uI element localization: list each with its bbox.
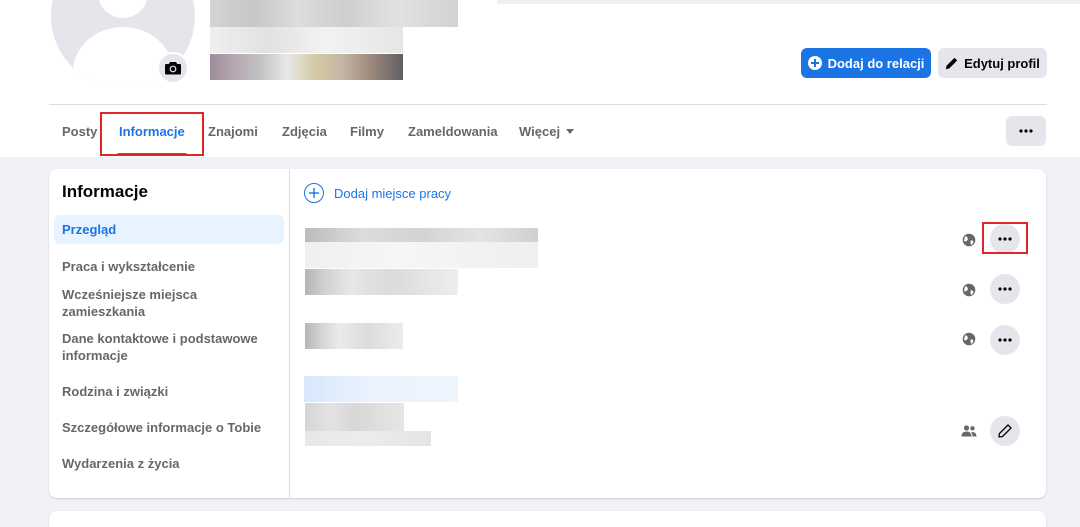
update-avatar-button[interactable] [157,52,189,84]
add-workplace-label: Dodaj miejsce pracy [334,185,452,201]
edit-profile-label: Edytuj profil [964,55,1040,71]
plus-circle-icon [807,56,822,70]
edit-entry-button[interactable] [990,416,1020,446]
tab-label: Filmy [350,123,384,139]
sidebar-item-label: Wydarzenia z życia [62,456,180,471]
sidebar-item-work-education[interactable]: Praca i wykształcenie [54,252,284,281]
sidebar-item-life-events[interactable]: Wydarzenia z życia [54,449,284,478]
about-card: Informacje Przegląd Praca i wykształceni… [49,169,1046,498]
about-title: Informacje [62,182,148,201]
tab-highlight-annotation [100,112,204,156]
pencil-icon [998,424,1012,438]
info-entry-blurred [305,403,404,431]
info-link-blurred [304,376,458,402]
more-horizontal-icon [998,338,1012,342]
tab-check-ins[interactable]: Zameldowania [408,106,498,156]
about-sidebar: Informacje Przegląd Praca i wykształceni… [49,169,290,498]
header-divider [49,104,1047,105]
entry-options-highlight-annotation [982,222,1028,254]
more-horizontal-icon [998,287,1012,291]
next-card [49,511,1046,527]
tab-posts[interactable]: Posty [62,106,97,156]
info-entry-blurred [305,242,538,268]
sidebar-item-label: Wcześniejsze miejsca zamieszkania [62,286,198,319]
friend-avatars-blurred [210,54,403,80]
tab-label: Zdjęcia [282,123,327,139]
sidebar-item-contact-info[interactable]: Dane kontaktowe i podstawowe informacje [54,329,284,365]
profile-name-blurred [210,0,458,27]
add-to-story-button[interactable]: Dodaj do relacji [801,48,931,78]
plus-icon [304,183,324,203]
sidebar-item-label: Szczegółowe informacje o Tobie [62,420,262,435]
info-entry-blurred [305,228,538,242]
sidebar-item-label: Rodzina i związki [62,384,169,399]
info-entry-blurred [305,323,403,349]
pencil-icon [945,57,958,69]
tab-videos[interactable]: Filmy [350,106,384,156]
tab-label: Posty [62,123,98,139]
sidebar-item-family-relationships[interactable]: Rodzina i związki [54,377,284,406]
tab-photos[interactable]: Zdjęcia [282,106,327,156]
tab-label: Zameldowania [408,123,498,139]
sidebar-item-overview[interactable]: Przegląd [54,215,284,244]
info-entry-blurred [305,269,458,295]
avatar-head-silhouette [98,0,148,18]
profile-header: Dodaj do relacji Edytuj profil Posty Inf… [0,0,1080,157]
tab-label: Znajomi [208,123,258,139]
tab-label: Więcej [519,123,561,139]
info-entry-blurred [305,431,431,446]
sidebar-item-label: Praca i wykształcenie [62,259,195,274]
add-workplace-link[interactable]: Dodaj miejsce pracy [304,183,451,203]
friends-icon [961,423,977,439]
sidebar-item-label: Przegląd [62,222,117,237]
sidebar-item-places-lived[interactable]: Wcześniejsze miejsca zamieszkania [54,286,284,319]
top-bar [497,0,1080,4]
sidebar-item-label: Dane kontaktowe i podstawowe informacje [62,331,258,363]
camera-icon [165,62,181,75]
entry-options-button[interactable] [990,274,1020,304]
profile-more-button[interactable] [1006,116,1046,146]
globe-icon [961,232,977,248]
profile-subtitle-blurred [210,27,403,53]
edit-profile-button[interactable]: Edytuj profil [938,48,1047,78]
globe-icon [961,331,977,347]
more-horizontal-icon [1019,129,1033,133]
avatar-body-silhouette [73,27,173,88]
tab-more[interactable]: Więcej [519,106,575,156]
caret-down-icon [566,128,575,134]
sidebar-item-details-about-you[interactable]: Szczegółowe informacje o Tobie [54,413,284,442]
globe-icon [961,282,977,298]
about-content: Dodaj miejsce pracy [290,169,1046,498]
tab-friends[interactable]: Znajomi [208,106,258,156]
add-to-story-label: Dodaj do relacji [827,55,925,71]
entry-options-button[interactable] [990,325,1020,355]
